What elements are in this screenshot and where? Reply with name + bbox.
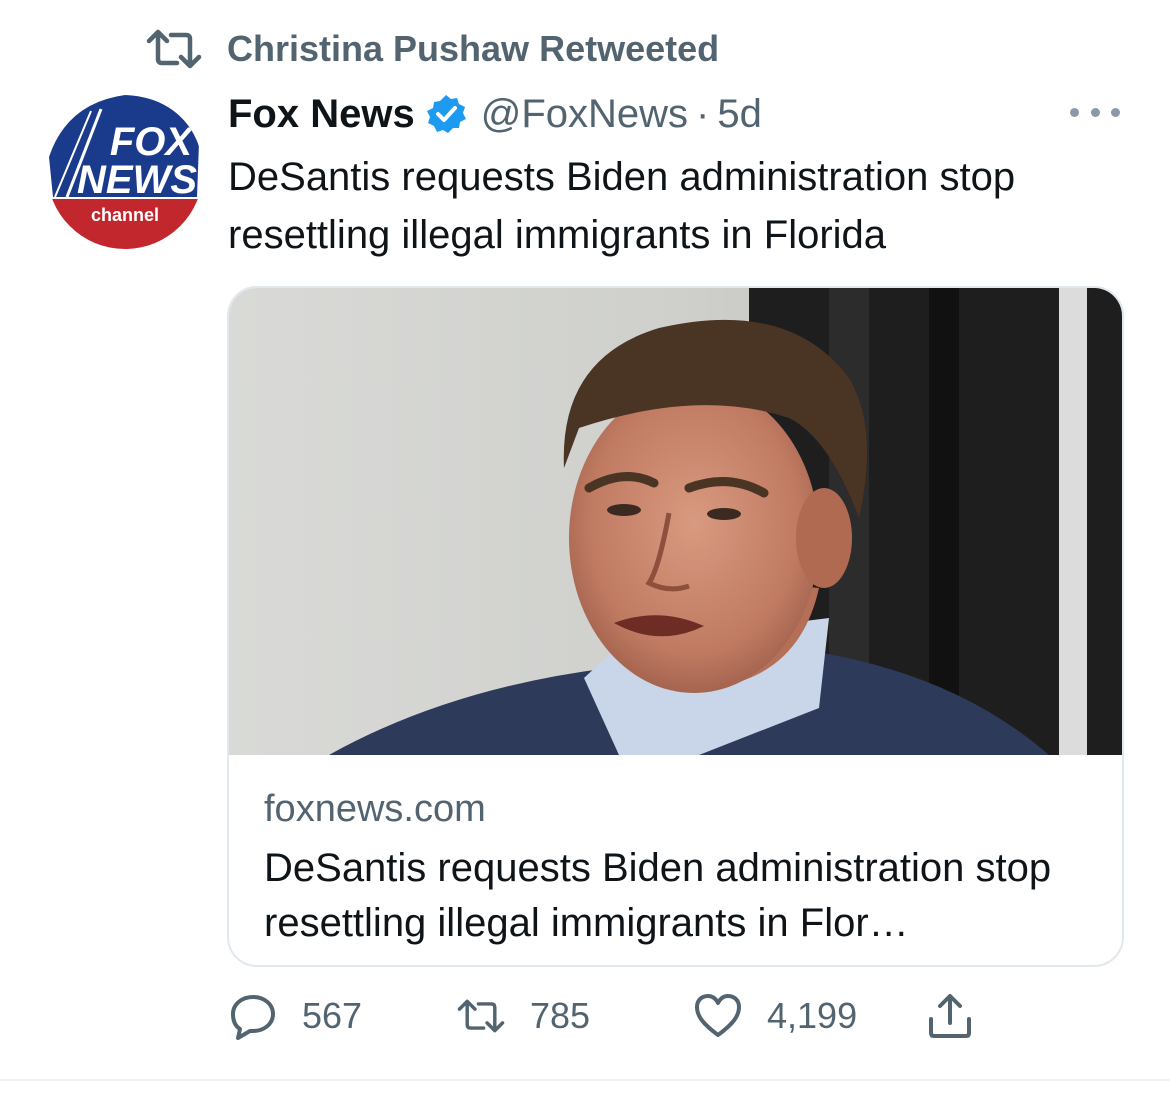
tweet-actions: 567 785 4,199: [228, 990, 988, 1042]
retweet-button[interactable]: 785: [456, 990, 590, 1042]
share-button[interactable]: [925, 990, 975, 1042]
tweet-text: DeSantis requests Biden administration s…: [228, 155, 1016, 257]
logo-text-channel: channel: [91, 205, 159, 225]
divider: [0, 1079, 1170, 1081]
reply-icon: [231, 995, 275, 1040]
tweet-header: Fox News @FoxNews · 5d: [228, 86, 762, 142]
more-icon[interactable]: [1070, 102, 1120, 122]
like-button[interactable]: 4,199: [693, 990, 857, 1042]
avatar[interactable]: FOX NEWS channel: [47, 93, 203, 249]
author-handle[interactable]: @FoxNews: [481, 92, 688, 137]
logo-text-news: NEWS: [77, 158, 197, 202]
tweet-timestamp[interactable]: 5d: [717, 92, 762, 137]
share-icon: [929, 994, 971, 1038]
verified-badge-icon: [426, 95, 466, 133]
reply-count: 567: [302, 995, 363, 1036]
retweet-icon: [146, 29, 202, 69]
card-domain[interactable]: foxnews.com: [264, 788, 486, 831]
link-card[interactable]: foxnews.com DeSantis requests Biden admi…: [227, 286, 1124, 967]
more-dot: [1111, 107, 1120, 117]
retweet-count: 785: [530, 995, 591, 1036]
retweet-context[interactable]: Christina Pushaw Retweeted: [145, 26, 719, 72]
more-dot: [1070, 107, 1079, 117]
retweet-icon: [457, 999, 505, 1033]
like-count: 4,199: [767, 995, 858, 1036]
reply-button[interactable]: 567: [228, 990, 362, 1042]
card-title[interactable]: DeSantis requests Biden administration s…: [264, 841, 1094, 951]
retweeted-by-text[interactable]: Christina Pushaw Retweeted: [227, 28, 719, 70]
fox-news-logo: FOX NEWS channel: [47, 93, 203, 249]
author-name[interactable]: Fox News: [228, 92, 415, 137]
heart-icon: [695, 994, 741, 1037]
card-image[interactable]: [229, 288, 1122, 755]
more-dot: [1090, 107, 1100, 117]
separator-dot: ·: [696, 91, 710, 136]
